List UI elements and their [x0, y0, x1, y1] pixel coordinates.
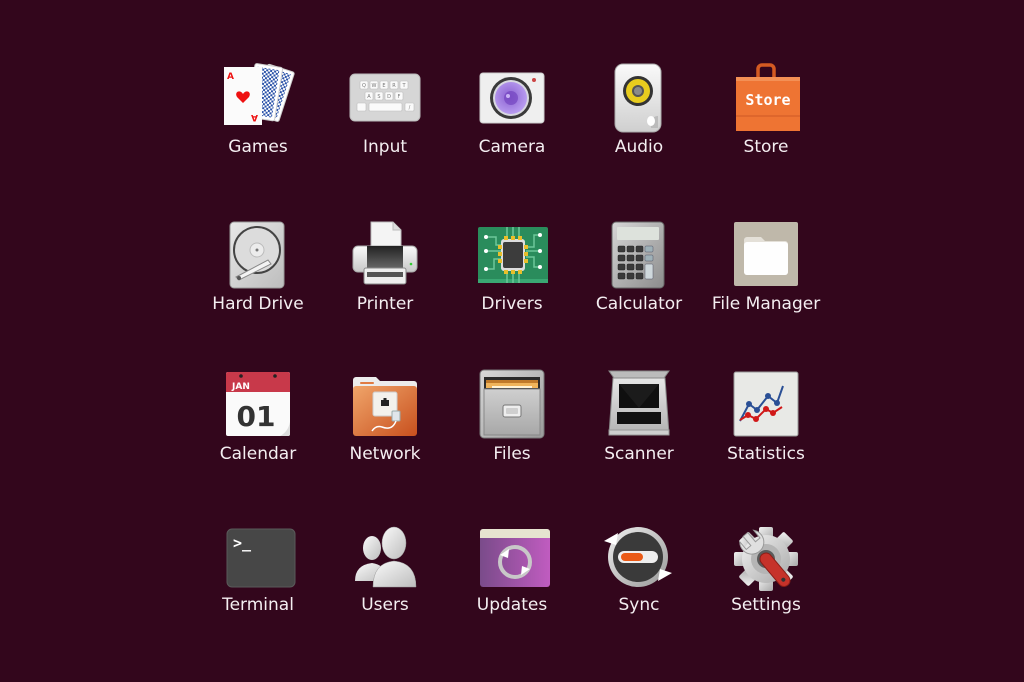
app-calculator[interactable]: Calculator — [576, 214, 702, 344]
app-label: Input — [362, 137, 408, 157]
calendar-icon: JAN 01 — [218, 364, 298, 444]
folder-icon — [726, 214, 806, 294]
app-audio[interactable]: Audio — [576, 57, 702, 187]
app-label: Files — [493, 444, 531, 464]
key-q: Q — [362, 83, 366, 89]
speaker-icon — [599, 57, 679, 137]
calculator-icon — [599, 214, 679, 294]
app-label: Updates — [476, 595, 548, 615]
svg-text:A: A — [251, 112, 258, 122]
app-network[interactable]: Network — [322, 364, 448, 494]
key-e: E — [382, 83, 385, 89]
keyboard-icon: Q W E R T A S D F / — [345, 57, 425, 137]
app-store[interactable]: Store Store — [703, 57, 829, 187]
app-label: Scanner — [604, 444, 674, 464]
network-folder-icon — [345, 364, 425, 444]
app-printer[interactable]: Printer — [322, 214, 448, 344]
app-label: Settings — [731, 595, 801, 615]
app-label: Drivers — [481, 294, 543, 314]
calendar-day: 01 — [237, 400, 276, 433]
app-settings[interactable]: Settings — [703, 515, 829, 645]
key-f: F — [398, 94, 401, 100]
app-label: File Manager — [711, 294, 821, 314]
app-games[interactable]: A A Games — [195, 57, 321, 187]
key-r: R — [392, 83, 396, 89]
app-launcher-grid: A A Games Q W E R T A S D F / Input Came… — [0, 0, 1024, 682]
playing-cards-icon: A A — [218, 57, 298, 137]
app-camera[interactable]: Camera — [449, 57, 575, 187]
hard-drive-icon — [218, 214, 298, 294]
camera-icon — [472, 57, 552, 137]
app-label: Audio — [614, 137, 664, 157]
app-drivers[interactable]: Drivers — [449, 214, 575, 344]
app-label: Sync — [618, 595, 660, 615]
app-label: Calendar — [219, 444, 297, 464]
store-badge-text: Store — [745, 91, 790, 109]
line-chart-icon — [726, 364, 806, 444]
app-terminal[interactable]: >_ Terminal — [195, 515, 321, 645]
sync-icon — [599, 515, 679, 595]
app-hard-drive[interactable]: Hard Drive — [195, 214, 321, 344]
app-input[interactable]: Q W E R T A S D F / Input — [322, 57, 448, 187]
app-label: Printer — [356, 294, 414, 314]
key-a: A — [367, 94, 371, 100]
app-label: Calculator — [595, 294, 683, 314]
app-label: Hard Drive — [212, 294, 304, 314]
scanner-icon — [599, 364, 679, 444]
file-cabinet-icon — [472, 364, 552, 444]
app-scanner[interactable]: Scanner — [576, 364, 702, 494]
svg-text:A: A — [227, 72, 234, 82]
app-label: Statistics — [727, 444, 805, 464]
key-w: W — [372, 83, 377, 89]
chip-icon — [472, 214, 552, 294]
app-label: Network — [349, 444, 421, 464]
printer-icon — [345, 214, 425, 294]
shopping-bag-icon: Store — [726, 57, 806, 137]
app-calendar[interactable]: JAN 01 Calendar — [195, 364, 321, 494]
terminal-prompt: >_ — [233, 534, 252, 552]
app-users[interactable]: Users — [322, 515, 448, 645]
users-icon — [345, 515, 425, 595]
app-updates[interactable]: Updates — [449, 515, 575, 645]
app-label: Camera — [478, 137, 546, 157]
app-files[interactable]: Files — [449, 364, 575, 494]
app-label: Terminal — [222, 595, 294, 615]
app-label: Users — [361, 595, 409, 615]
app-statistics[interactable]: Statistics — [703, 364, 829, 494]
gear-wrench-icon — [726, 515, 806, 595]
key-d: D — [387, 94, 391, 100]
calendar-month: JAN — [231, 382, 250, 392]
app-label: Games — [228, 137, 288, 157]
app-file-manager[interactable]: File Manager — [703, 214, 829, 344]
terminal-icon: >_ — [218, 515, 298, 595]
app-sync[interactable]: Sync — [576, 515, 702, 645]
app-label: Store — [743, 137, 789, 157]
update-icon — [472, 515, 552, 595]
key-s: S — [377, 94, 380, 100]
